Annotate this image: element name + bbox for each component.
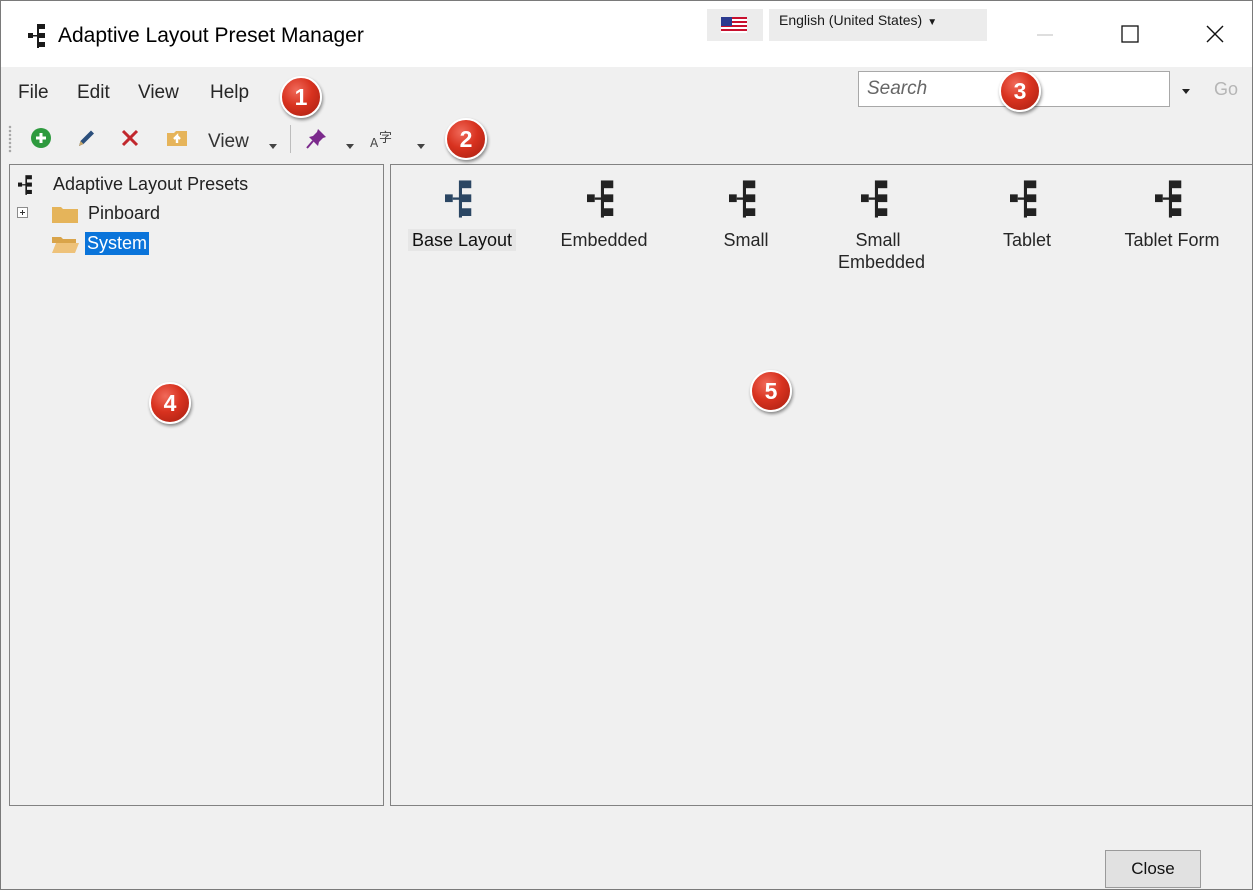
add-icon [31,128,51,148]
menu-view[interactable]: View [138,82,179,104]
preset-tile-small-embedded[interactable]: Small Embedded [818,178,938,273]
menu-file[interactable]: File [18,82,49,104]
toolbar-separator [290,125,291,153]
expand-icon[interactable] [17,207,28,218]
go-button[interactable]: Go [1214,79,1238,100]
layout-tree-icon [28,23,50,49]
tile-label: Base Layout [407,229,517,251]
folder-up-icon [167,131,187,146]
pin-button[interactable] [302,123,332,153]
tile-label: Tablet Form [1124,230,1220,250]
callout-badge-4: 4 [149,382,191,424]
callout-badge-1: 1 [280,76,322,118]
callout-badge-2: 2 [445,118,487,160]
svg-text:字: 字 [379,131,392,146]
layout-tree-icon [1010,180,1037,218]
font-language-button[interactable]: A 字 [369,123,403,153]
folder-icon [51,204,79,229]
preset-tile-tablet-form[interactable]: Tablet Form [1107,178,1237,251]
tile-label: Tablet [1002,230,1052,250]
preset-tile-tablet[interactable]: Tablet [962,178,1092,251]
chevron-down-icon: ▼ [927,17,938,28]
flag-us-icon[interactable] [707,9,763,41]
layout-tree-icon [18,174,36,201]
menu-help[interactable]: Help [210,82,249,104]
folder-open-icon [51,234,79,259]
tree-panel[interactable] [9,164,384,806]
minimize-button[interactable] [1011,1,1079,67]
toolbar-grip[interactable] [8,125,12,153]
preset-tile-small[interactable]: Small [681,178,811,251]
up-folder-button[interactable] [163,123,193,153]
tile-label: Small Embedded [838,230,926,272]
search-history-dropdown[interactable] [1178,81,1194,99]
tree-item-pinboard[interactable]: Pinboard [88,203,160,224]
callout-badge-5: 5 [750,370,792,412]
tile-label: Embedded [560,230,648,250]
preset-tile-embedded[interactable]: Embedded [539,178,669,251]
language-label: English (United States) [779,12,923,28]
chevron-down-icon[interactable] [416,138,426,149]
layout-tree-icon [861,180,888,218]
language-dropdown[interactable]: English (United States) ▼ [769,9,987,41]
minimize-icon [1037,34,1053,36]
delete-icon [121,129,139,147]
chevron-down-icon[interactable] [268,138,278,149]
preset-tile-base-layout[interactable]: Base Layout [397,178,527,251]
language-font-icon: A 字 [370,131,392,150]
edit-button[interactable] [71,123,101,153]
pin-icon [306,129,326,149]
layout-tree-icon [445,180,472,218]
chevron-down-icon[interactable] [345,138,355,149]
add-button[interactable] [26,123,56,153]
maximize-icon [1121,25,1139,43]
layout-tree-icon [729,180,756,218]
window-title: Adaptive Layout Preset Manager [58,24,364,47]
close-button[interactable]: Close [1105,850,1201,888]
maximize-button[interactable] [1096,1,1164,67]
menu-edit[interactable]: Edit [77,82,110,104]
chevron-down-icon [1182,89,1190,94]
callout-badge-3: 3 [999,70,1041,112]
edit-icon [79,130,94,146]
app-window: Adaptive Layout Preset Manager English (… [0,0,1253,890]
layout-tree-icon [587,180,614,218]
tree-root-label[interactable]: Adaptive Layout Presets [53,174,248,195]
close-window-button[interactable] [1181,1,1249,67]
layout-tree-icon [1155,180,1182,218]
view-dropdown[interactable]: View [208,131,249,153]
tile-label: Small [723,230,769,250]
delete-button[interactable] [115,123,145,153]
svg-text:A: A [370,136,379,150]
tree-item-system[interactable]: System [85,232,150,255]
title-bar: Adaptive Layout Preset Manager English (… [1,1,1252,67]
close-icon [1206,25,1224,43]
